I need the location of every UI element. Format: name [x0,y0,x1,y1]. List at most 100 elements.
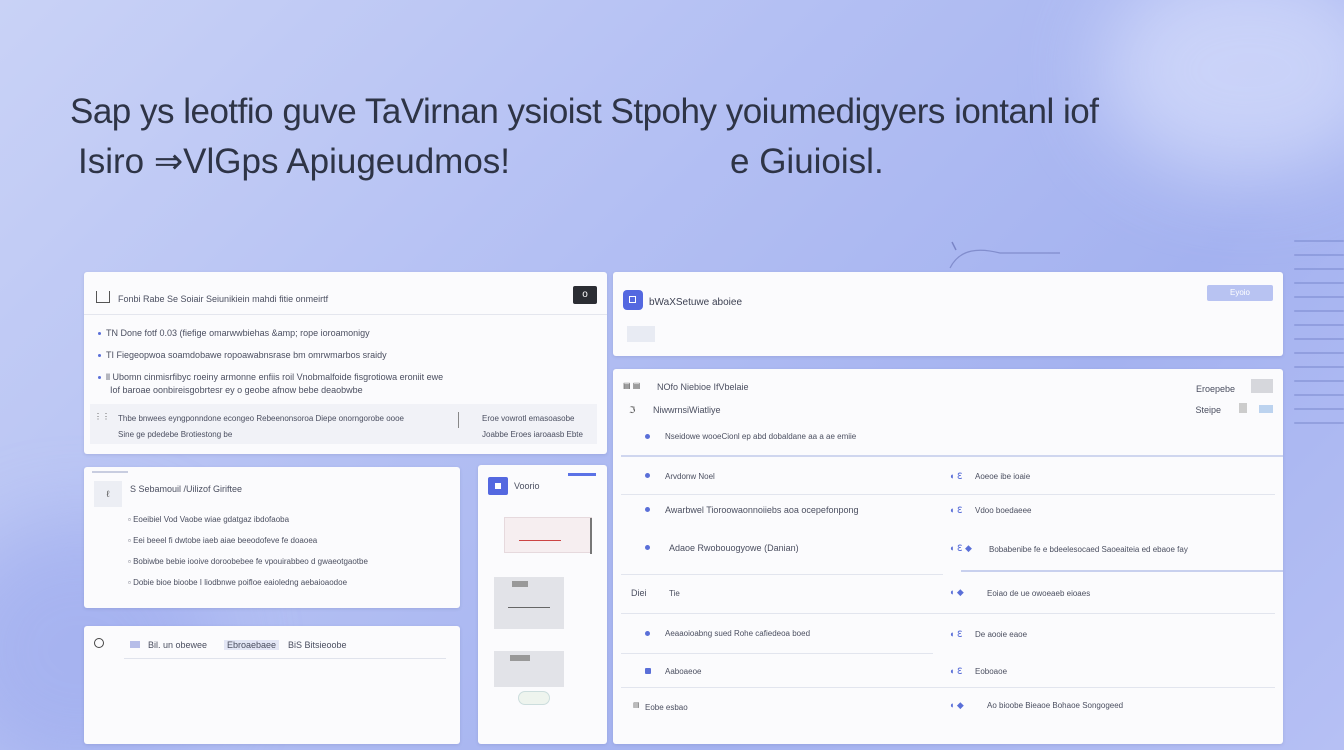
hero-title-line2a: Isiro ⇒VlGps Apiugeudmos! [78,142,511,181]
bullet-icon [645,545,650,550]
filter-button[interactable] [1239,403,1247,413]
list-item[interactable]: TI Fiegeopwoa soamdobawe ropoawabnsrase … [98,350,443,360]
toggle-button[interactable] [518,691,550,705]
row-divider [961,570,1283,572]
row-left-text: Tie [669,589,680,598]
row-right-text: Bobabenibe fe e bdeelesocaed Saoeaiteia … [989,545,1188,554]
middle-column-panel: Voorio [478,465,607,744]
bullet-icon [645,434,650,439]
row-left-text: Adaoe Rwobouogyowe (Danian) [669,543,799,553]
tab-1[interactable]: Bil. un obewee [148,640,207,650]
sort-icon: ▤ [633,702,640,709]
row-divider [621,613,1275,614]
row-left-text: Aaboaeoe [665,667,702,676]
close-button[interactable]: o [573,286,597,304]
top-left-panel: Fonbi Rabe Se Soiair Seiunikiein mahdi f… [84,272,607,454]
table-header: NOfo Niebioe IfVbelaie [657,382,749,392]
row-divider [621,687,1275,688]
row-marker-icon: ◖ ℇ [949,666,963,676]
bullet-icon [645,473,650,478]
row-right-text: Eoboaoe [975,667,1008,676]
bullet-icon [98,332,101,336]
hero-title-line2b: e Giuioisl. [730,142,884,181]
table-row[interactable]: Adaoe Rwobouogyowe (Danian) ◖ ℇ ◆ Bobabe… [613,531,1283,571]
divider [124,658,446,659]
list-item[interactable]: ll Ubomn cinmisrfibyc roeiny armonne enf… [98,372,443,382]
row-left-text: Arvdonw Noel [665,472,715,481]
footer-text: Sine ge pdedebe Brotiestong be [118,430,233,439]
filter-button[interactable] [1259,405,1273,413]
row-left-text: Eobe esbao [645,703,688,712]
list-item[interactable]: ▫ Eei beeel fi dwtobe iaeb aiae beeodofe… [128,536,368,545]
doc-icon [96,291,110,303]
header-divider [621,455,1283,457]
footer-text: Eroe vowrotl emasoasobe [482,414,575,423]
decorative-lines [1294,240,1344,436]
thumbnail[interactable] [504,517,592,554]
sort-icon[interactable]: ▤ ▤ [623,381,640,390]
bottom-left-panel: Bil. un obewee Ebroaebaee BiS Bitsieoobe [84,626,460,744]
list-item[interactable]: ▫ Eoeibiel Vod Vaobe wiae gdatgaz ibdofa… [128,515,368,524]
row-marker-icon: ◖ ℇ ◆ [949,543,972,553]
app-icon [488,477,508,495]
app-icon [623,290,643,310]
footer-text: Thbe bnwees eyngponndone econgeo Rebeeno… [118,414,405,423]
footer-text: Joabbe Eroes iaroaasb Ebte [482,430,583,439]
row-marker-icon: ◖ ◆ [949,700,964,710]
row-marker-icon: ◖ ℇ [949,471,963,481]
radio-icon[interactable] [94,638,104,648]
row-left-text: Aeaaoioabng sued Rohe cafiedeoa boed [665,629,811,638]
table-caption: Nseidowe wooeCionl ep abd dobaldane aa a… [665,432,857,441]
list-item[interactable]: TN Done fotf 0.03 (fiefige omarwwbiehas … [98,328,443,338]
primary-button[interactable]: Eyoio [1207,285,1273,301]
row-divider [621,653,933,654]
row-left-text: Awarbwel Tioroowaonnoiiebs aoa ocepefonp… [665,505,859,515]
row-marker-icon: ◖ ℇ [949,629,963,639]
grid-icon: ⋮⋮ [94,412,110,421]
tab-3[interactable]: BiS Bitsieoobe [288,640,347,650]
info-icon: ℑ [629,405,636,415]
right-main-panel: ▤ ▤ NOfo Niebioe IfVbelaie ℑ NiwwrnsiWia… [613,369,1283,744]
hero-title-line2: Isiro ⇒VlGps Apiugeudmos! e Giuioisl. [70,142,1220,186]
settings-icon[interactable]: ℓ [94,481,122,507]
row-prefix-text: Diei [631,588,647,598]
table-row[interactable]: Awarbwel Tioroowaonnoiiebs aoa ocepefonp… [613,495,1283,529]
panel-title: S Sebamouil /Uilizof Giriftee [130,484,243,494]
panel-title: bWaXSetuwe aboiee [649,297,743,308]
table-row[interactable]: Arvdonw Noel ◖ ℇ Aoeoe ibe ioaie [613,461,1283,495]
item-list: ▫ Eoeibiel Vod Vaobe wiae gdatgaz ibdofa… [128,515,368,587]
table-subheader: NiwwrnsiWiatliye [653,405,721,415]
tab-2[interactable]: Ebroaebaee [224,640,280,650]
header-swatch [1251,379,1273,393]
thumbnail[interactable] [494,577,564,629]
item-list: TN Done fotf 0.03 (fiefige omarwwbiehas … [98,328,443,395]
row-right-text: Vdoo boedaeee [975,506,1032,515]
list-item: Iof baroae oonbireisgobrtesr ey o geobe … [110,385,363,395]
hero-heading: Sap ys leotfio guve TaVirnan ysioist Stp… [70,92,1220,186]
list-item[interactable]: ▫ Dobie bioe bioobe I liodbnwe poifloe e… [128,578,368,587]
input-chip[interactable] [627,326,655,342]
panel-tab-indicator [92,471,128,473]
list-item[interactable]: ▫ Bobiwbe bebie iooive doroobebee fe vpo… [128,557,368,566]
bullet-icon [645,507,650,512]
row-right-text: Aoeoe ibe ioaie [975,472,1031,481]
accent-bar [568,473,596,476]
bullet-icon [645,631,650,636]
header-right-label: Eroepebe [1195,384,1235,394]
panel-header: Fonbi Rabe Se Soiair Seiunikiein mahdi f… [84,272,607,315]
mid-left-panel: ℓ S Sebamouil /Uilizof Giriftee ▫ Eoeibi… [84,467,460,608]
row-right-text: Eoiao de ue owoeaeb eioaes [987,589,1091,598]
row-right-text: Ao bioobe Bieaoe Bohaoe Songogeed [987,701,1124,710]
bullet-icon [98,376,101,380]
table-row[interactable]: Diei Tie ◖ ◆ Eoiao de ue owoeaeb eioaes [613,575,1283,613]
column-title: Voorio [514,481,540,491]
table-row[interactable]: ▤ Eobe esbao ◖ ◆ Ao bioobe Bieaoe Bohaoe… [613,691,1283,721]
panel-header-title: Fonbi Rabe Se Soiair Seiunikiein mahdi f… [118,294,329,304]
table-row[interactable]: Aeaaoioabng sued Rohe cafiedeoa boed ◖ ℇ… [613,619,1283,653]
row-marker-icon: ◖ ◆ [949,587,964,597]
table-row[interactable]: Aaboaeoe ◖ ℇ Eoboaoe [613,657,1283,687]
thumbnail[interactable] [494,651,564,687]
bullet-icon [98,354,101,358]
row-right-text: De aooie eaoe [975,630,1028,639]
panel-footer: ⋮⋮ Thbe bnwees eyngponndone econgeo Rebe… [90,404,597,444]
